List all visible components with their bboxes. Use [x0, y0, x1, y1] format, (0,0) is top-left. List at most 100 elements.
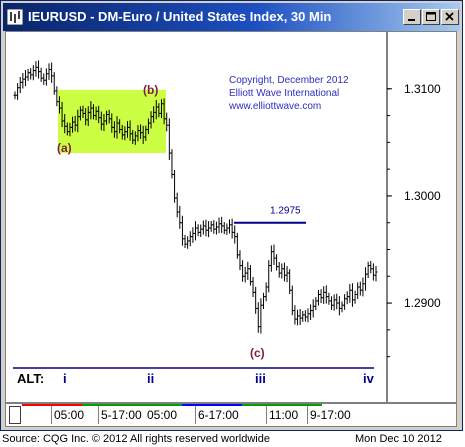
- ohlc-bar: [50, 62, 54, 83]
- ohlc-bar: [13, 91, 17, 100]
- ohlc-bar: [246, 261, 250, 281]
- session-strip-red: [22, 404, 82, 406]
- ohlc-bar: [170, 149, 174, 179]
- ohlc-bar: [275, 254, 279, 271]
- minimize-button[interactable]: [403, 9, 421, 25]
- price-chart: 1.3100 1.3000 1.2900 1.2975 (a) (b) (c) Copyrig…: [13, 32, 441, 402]
- ohlc-bar: [225, 223, 229, 235]
- ohlc-bar: [303, 310, 307, 322]
- session-strip-blue: [182, 404, 242, 406]
- ohlc-bar: [194, 221, 197, 241]
- ohlc-bar: [345, 291, 349, 305]
- ohlc-bar: [251, 277, 255, 297]
- footer-date: Mon Dec 10 2012: [355, 433, 442, 445]
- ohlc-bar: [34, 61, 38, 77]
- ohlc-bar: [175, 192, 179, 218]
- ohlc-bar: [214, 221, 218, 235]
- footer: Source: CQG Inc. © 2012 All rights reser…: [0, 432, 465, 447]
- ohlc-bar: [337, 296, 341, 316]
- chart-window: IEURUSD - DM-Euro / United States Index,…: [0, 0, 463, 431]
- time-label: 11:00: [269, 408, 299, 422]
- ohlc-bar: [293, 305, 297, 325]
- copyright-text: Copyright, December 2012: [229, 75, 349, 86]
- copyright-text: www.elliottwave.com: [228, 101, 321, 112]
- ohlc-bar: [196, 224, 200, 237]
- close-button[interactable]: [441, 9, 459, 25]
- ohlc-bar: [209, 221, 213, 232]
- time-scroll-thumb[interactable]: [9, 406, 21, 424]
- ohlc-bar: [26, 68, 30, 81]
- ohlc-bar: [314, 297, 318, 311]
- ohlc-bar: [366, 261, 370, 278]
- maximize-button[interactable]: [422, 9, 440, 25]
- ohlc-bar: [335, 293, 339, 310]
- ohlc-bar: [191, 227, 195, 243]
- time-separator: [51, 406, 52, 424]
- wave-label: (a): [57, 141, 72, 155]
- time-label: 9-17:00: [310, 408, 351, 422]
- ohlc-bar: [204, 219, 208, 237]
- ohlc-bar: [280, 263, 284, 279]
- ohlc-bar: [180, 215, 184, 246]
- ohlc-bar: [42, 73, 46, 85]
- ohlc-bar: [316, 289, 320, 306]
- ohlc-bar: [332, 294, 336, 311]
- ohlc-bar: [262, 292, 266, 310]
- time-label: 05:00: [147, 408, 178, 422]
- ohlc-bar: [207, 221, 211, 238]
- price-tick-label: 1.3000: [404, 189, 441, 203]
- copyright-text: Elliott Wave International: [229, 88, 339, 99]
- session-strip-green-2: [242, 404, 322, 406]
- ohlc-bar: [288, 269, 292, 295]
- ohlc-bar: [220, 216, 224, 233]
- ohlc-bar: [241, 260, 245, 282]
- time-separator: [266, 406, 267, 424]
- ohlc-bar: [358, 281, 362, 296]
- ohlc-bar: [264, 282, 268, 302]
- ohlc-bar: [311, 299, 315, 318]
- time-axis-bar[interactable]: 05:00 5-17:00 05:00 6-17:00 11:00 9-17:0…: [5, 403, 457, 427]
- ohlc-bar: [16, 83, 20, 100]
- ohlc-bar: [39, 67, 43, 82]
- ohlc-bar: [343, 294, 347, 310]
- ohlc-bar: [47, 63, 51, 80]
- ohlc-bar: [350, 283, 354, 307]
- ohlc-bar: [356, 282, 360, 300]
- ohlc-bar: [31, 65, 35, 81]
- ohlc-bar: [282, 262, 286, 282]
- ohlc-bar: [319, 289, 323, 304]
- ohlc-bar: [269, 245, 273, 272]
- ohlc-bar: [322, 286, 326, 304]
- ohlc-bar: [256, 302, 260, 333]
- alt-count-label: iv: [363, 371, 375, 386]
- time-separator: [98, 406, 99, 424]
- ohlc-bar: [309, 304, 313, 320]
- alt-count-label: ii: [147, 371, 154, 386]
- ohlc-bar: [371, 263, 375, 281]
- chart-plot-area[interactable]: 1.3100 1.3000 1.2900 1.2975 (a) (b) (c) Copyrig…: [5, 31, 457, 403]
- ohlc-bar: [201, 220, 205, 235]
- ohlc-bar: [364, 267, 368, 291]
- ohlc-bar: [324, 285, 328, 304]
- ohlc-bar: [52, 72, 56, 95]
- ohlc-bar: [272, 244, 276, 266]
- ohlc-bar: [243, 266, 247, 283]
- ohlc-bar: [167, 118, 171, 161]
- ohlc-bar: [296, 309, 300, 326]
- ohlc-bar: [327, 292, 331, 305]
- ohlc-bar: [330, 296, 334, 310]
- time-label: 6-17:00: [198, 408, 239, 422]
- ohlc-bar: [18, 76, 22, 94]
- ohlc-bar: [230, 218, 234, 239]
- footer-source: Source: CQG Inc. © 2012 All rights reser…: [2, 433, 270, 445]
- ohlc-bar: [23, 70, 27, 87]
- ohlc-bar: [277, 262, 281, 278]
- ohlc-bar: [37, 60, 41, 79]
- ohlc-bar: [306, 308, 310, 323]
- maximize-icon: [426, 12, 436, 21]
- ohlc-bar: [248, 264, 252, 286]
- price-tick-label: 1.2900: [404, 296, 441, 310]
- ohlc-bar: [178, 205, 182, 229]
- ohlc-bar: [254, 286, 258, 314]
- ohlc-bar: [348, 284, 352, 303]
